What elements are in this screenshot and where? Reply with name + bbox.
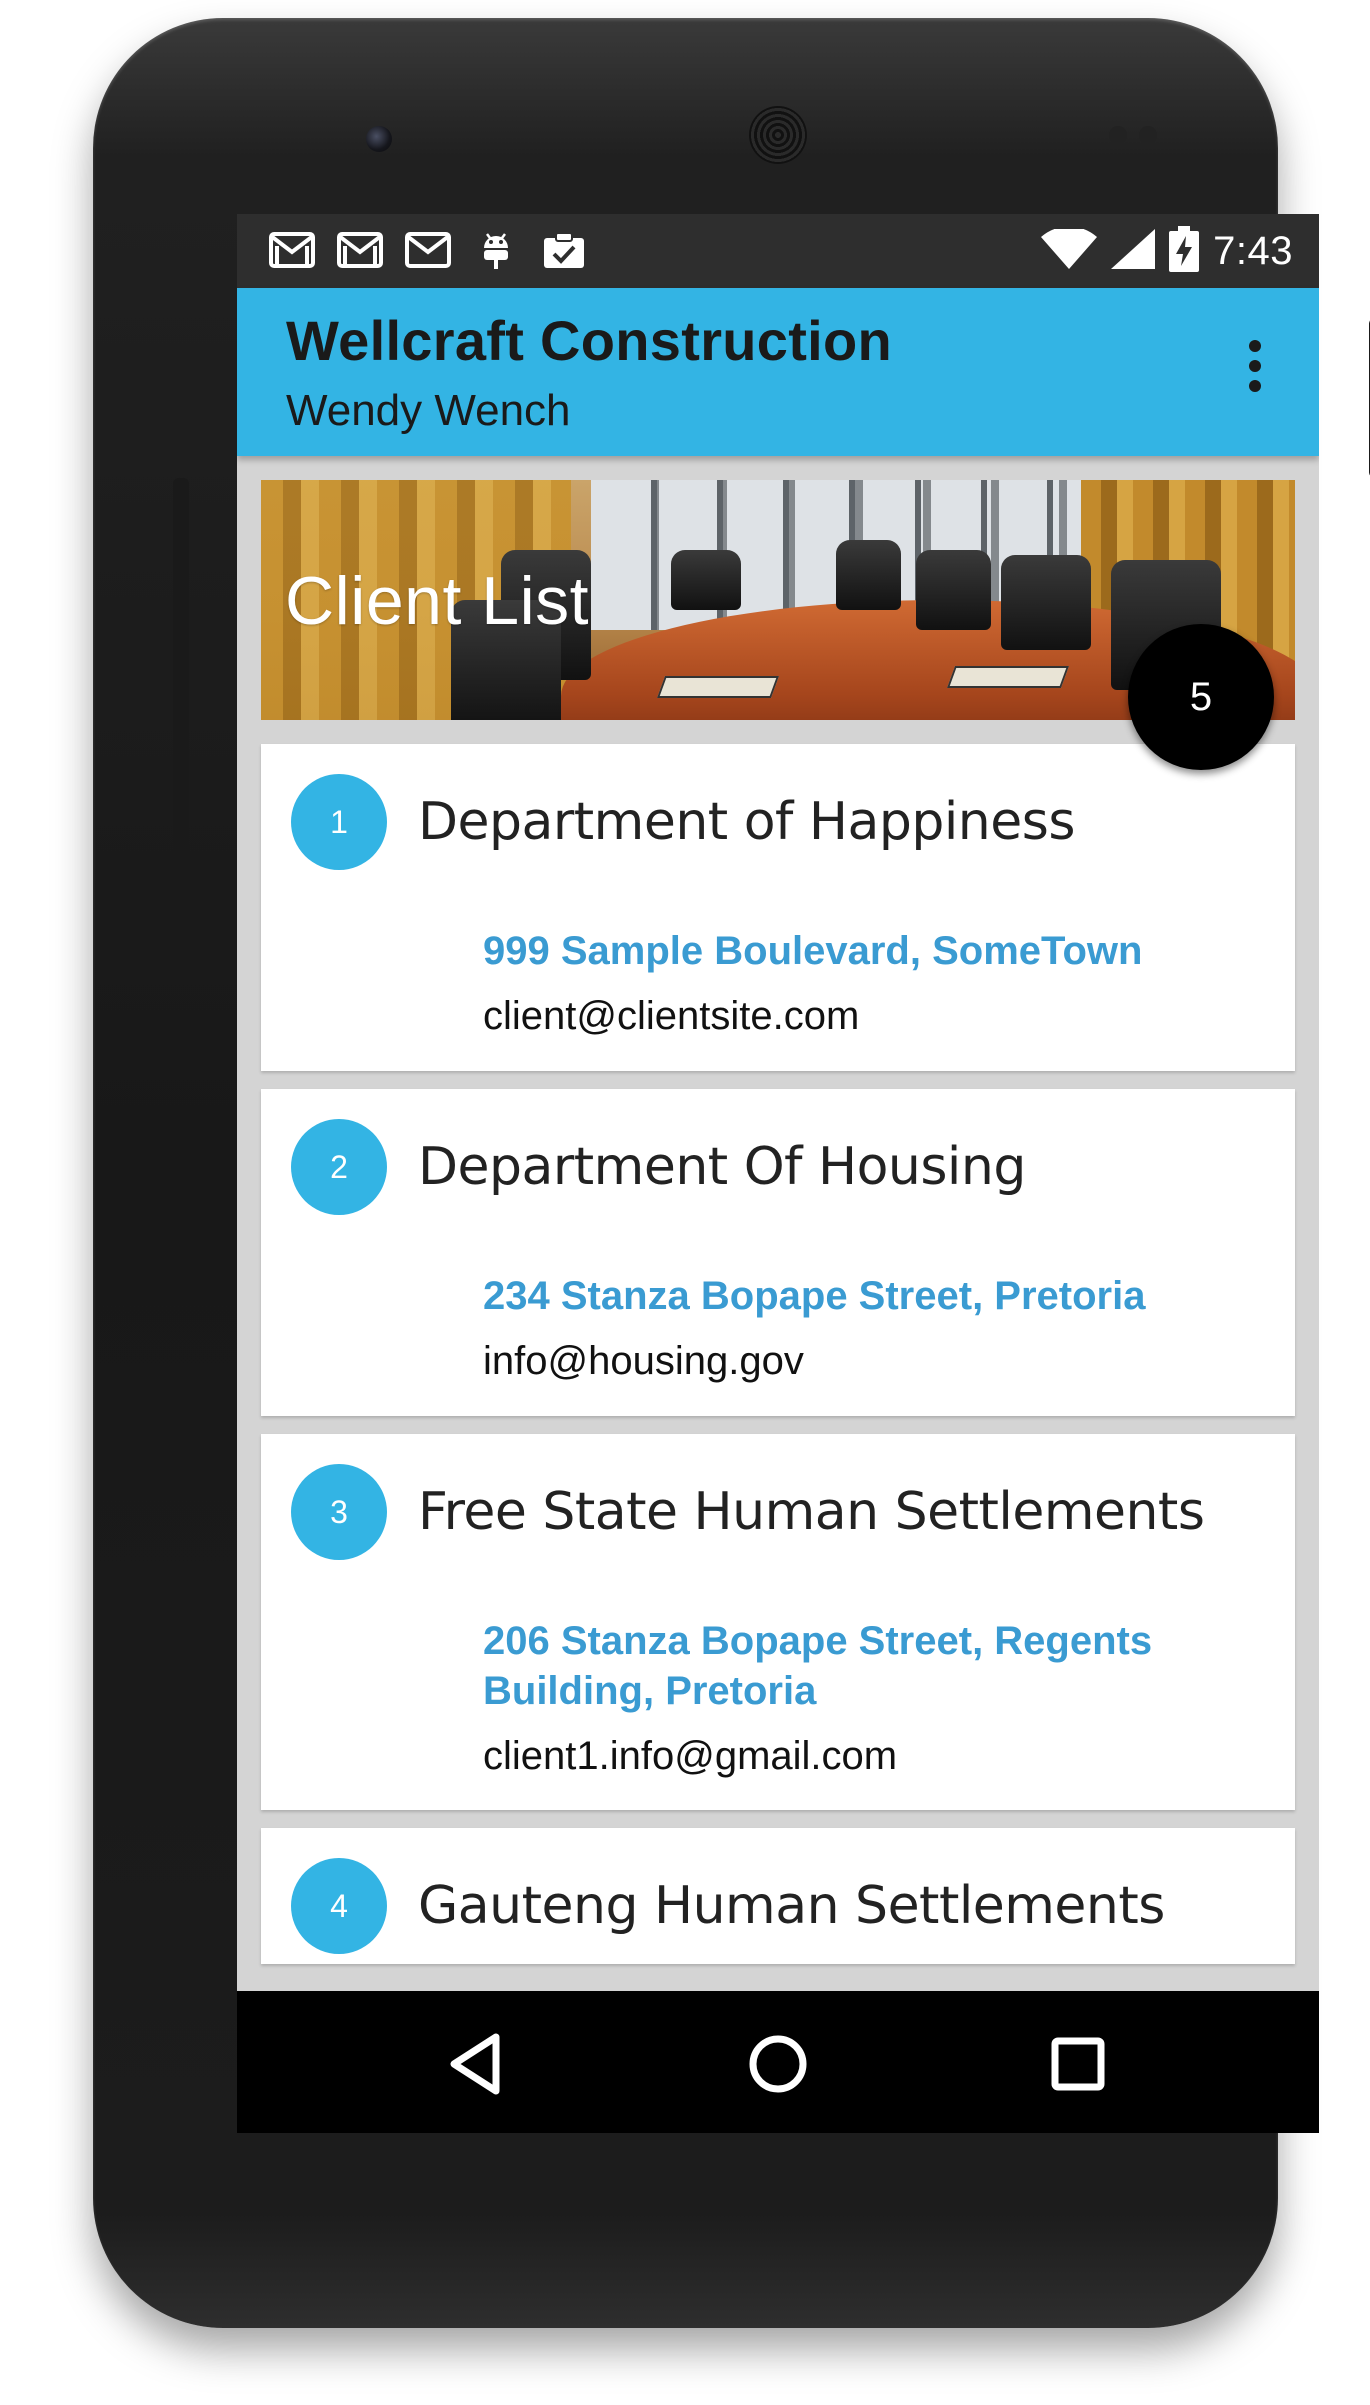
client-count-fab[interactable]: 5 xyxy=(1128,624,1274,770)
back-icon[interactable] xyxy=(442,2029,512,2099)
client-email[interactable]: info@housing.gov xyxy=(483,1339,804,1384)
clipboard-check-icon xyxy=(541,230,587,270)
header-title: Client List xyxy=(285,563,590,639)
light-sensor xyxy=(1139,126,1157,144)
screen: 7:43 Wellcraft Construction Wendy Wench xyxy=(237,214,1319,2133)
gmail-icon xyxy=(269,230,315,270)
earpiece-speaker xyxy=(749,106,807,164)
notification-icons xyxy=(269,230,587,270)
client-card[interactable]: 3 Free State Human Settlements 206 Stanz… xyxy=(261,1434,1295,1810)
client-number-badge: 3 xyxy=(291,1464,387,1560)
proximity-sensor xyxy=(1109,126,1127,144)
front-camera xyxy=(366,126,392,152)
wifi-icon xyxy=(1041,226,1098,274)
status-bar: 7:43 xyxy=(237,214,1319,288)
client-email[interactable]: client@clientsite.com xyxy=(483,994,859,1039)
client-address[interactable]: 234 Stanza Bopape Street, Pretoria xyxy=(483,1271,1223,1321)
client-address[interactable]: 999 Sample Boulevard, SomeTown xyxy=(483,926,1223,976)
client-address[interactable]: 206 Stanza Bopape Street, Regents Buildi… xyxy=(483,1616,1223,1716)
client-email[interactable]: client1.info@gmail.com xyxy=(483,1734,897,1779)
app-bar: Wellcraft Construction Wendy Wench xyxy=(237,288,1319,456)
overflow-menu-icon[interactable] xyxy=(1245,340,1265,400)
client-name: Department Of Housing xyxy=(418,1137,1026,1197)
android-debug-icon xyxy=(473,230,519,270)
client-card[interactable]: 2 Department Of Housing 234 Stanza Bopap… xyxy=(261,1089,1295,1416)
home-icon[interactable] xyxy=(743,2029,813,2099)
gmail-icon xyxy=(337,230,383,270)
client-card[interactable]: 1 Department of Happiness 999 Sample Bou… xyxy=(261,744,1295,1071)
client-name: Gauteng Human Settlements xyxy=(418,1876,1165,1936)
gmail-icon xyxy=(405,230,451,270)
client-number-badge: 2 xyxy=(291,1119,387,1215)
system-icons: 7:43 xyxy=(1041,226,1293,277)
phone-frame: 7:43 Wellcraft Construction Wendy Wench xyxy=(93,18,1370,2328)
signal-icon xyxy=(1111,229,1156,274)
client-name: Free State Human Settlements xyxy=(418,1482,1205,1542)
client-number-badge: 4 xyxy=(291,1858,387,1954)
system-nav-bar xyxy=(237,1991,1319,2133)
recents-icon[interactable] xyxy=(1043,2029,1113,2099)
client-card[interactable]: 4 Gauteng Human Settlements xyxy=(261,1828,1295,1964)
client-name: Department of Happiness xyxy=(418,792,1075,852)
app-title: Wellcraft Construction xyxy=(286,309,893,372)
volume-button xyxy=(173,478,189,858)
status-clock: 7:43 xyxy=(1213,229,1293,273)
app-subtitle: Wendy Wench xyxy=(286,386,571,435)
client-number-badge: 1 xyxy=(291,774,387,870)
battery-charging-icon xyxy=(1169,226,1200,277)
